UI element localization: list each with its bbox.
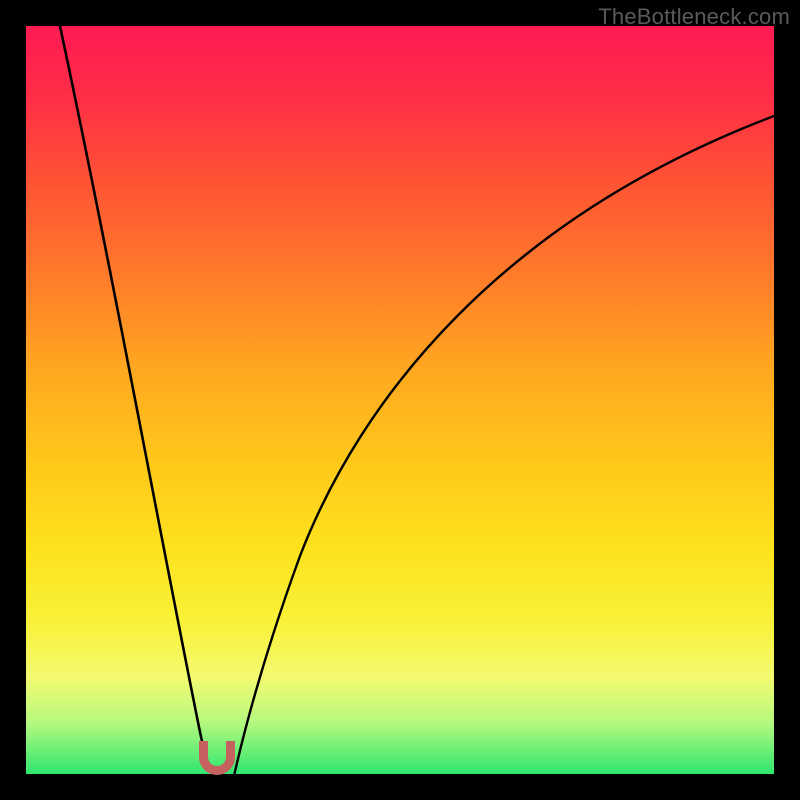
- chart-curves: [0, 0, 800, 800]
- watermark-text: TheBottleneck.com: [598, 4, 790, 30]
- curve-left: [60, 26, 214, 776]
- curve-right: [234, 116, 774, 776]
